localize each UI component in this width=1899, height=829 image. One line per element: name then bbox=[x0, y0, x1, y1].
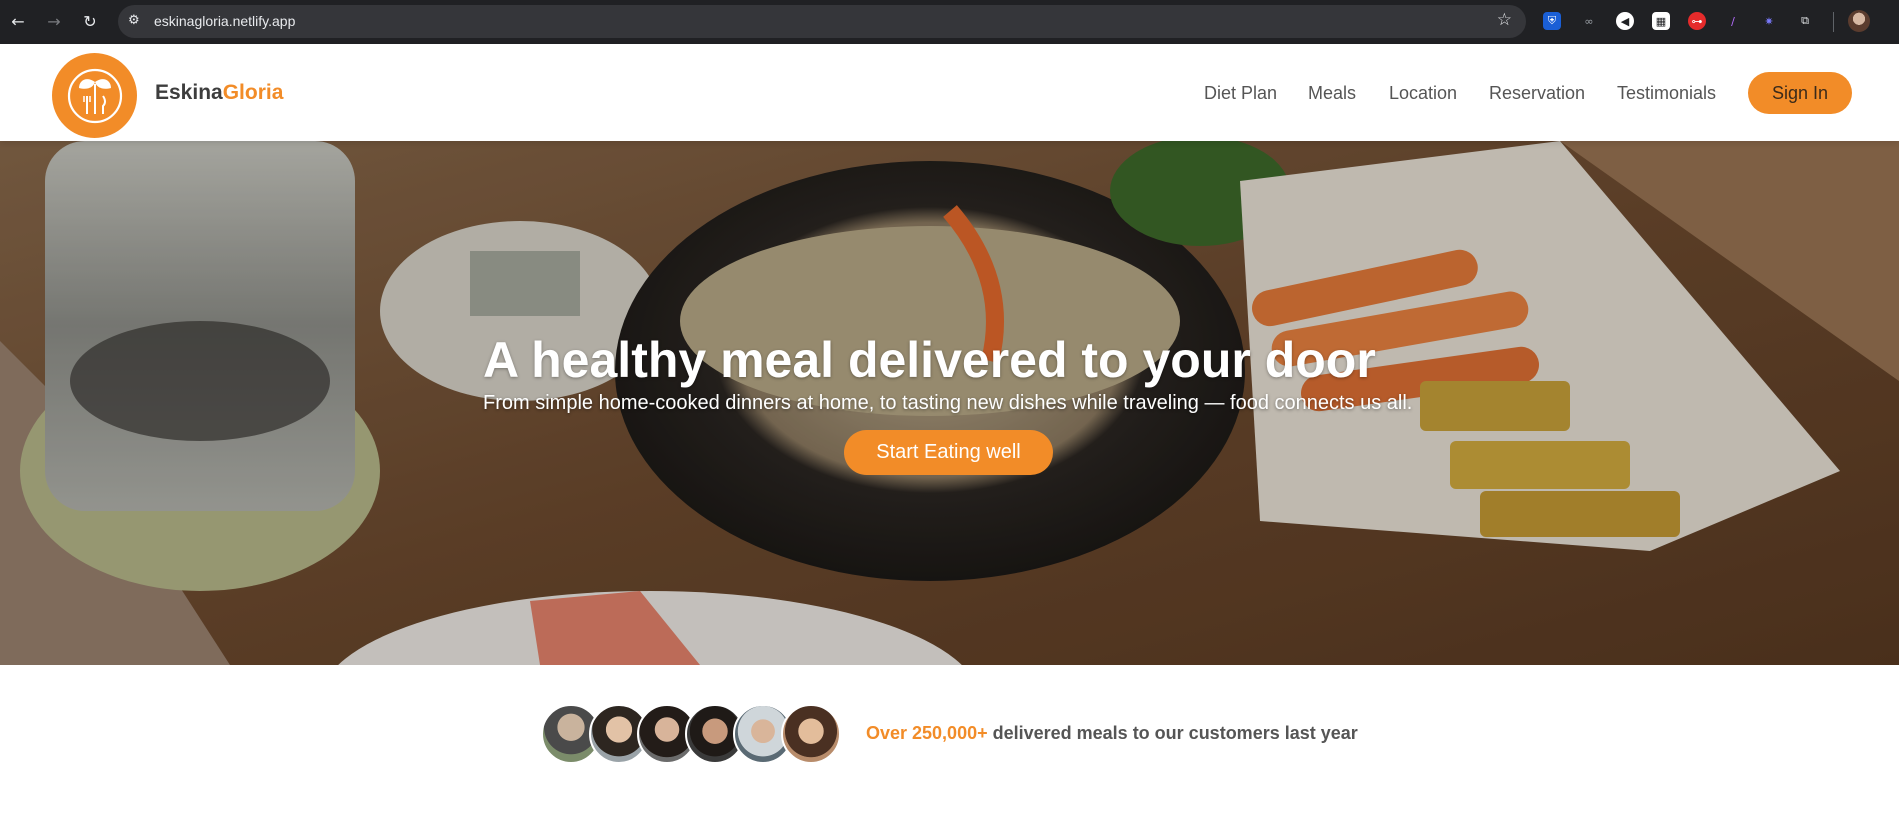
site-info-icon[interactable]: ⚙ bbox=[128, 13, 140, 28]
delivered-meals-text: Over 250,000+ delivered meals to our cus… bbox=[866, 723, 1358, 744]
hero-title: A healthy meal delivered to your door bbox=[483, 332, 1376, 388]
logo[interactable] bbox=[52, 53, 137, 138]
url-text[interactable]: eskinagloria.netlify.app bbox=[154, 13, 295, 29]
nav-reservation[interactable]: Reservation bbox=[1489, 83, 1585, 104]
profile-avatar[interactable] bbox=[1848, 10, 1870, 32]
feather-extension-icon[interactable]: ∕ bbox=[1724, 12, 1742, 30]
arrow-left-icon: ← bbox=[11, 11, 25, 31]
brand-name-part1: Eskina bbox=[155, 81, 223, 104]
sign-in-button[interactable]: Sign In bbox=[1748, 72, 1852, 114]
nav-testimonials[interactable]: Testimonials bbox=[1617, 83, 1716, 104]
start-eating-button[interactable]: Start Eating well bbox=[844, 430, 1053, 475]
back-button[interactable]: ← bbox=[6, 9, 30, 33]
forward-button[interactable]: → bbox=[42, 9, 66, 33]
qr-extension-icon[interactable]: ▦ bbox=[1652, 12, 1670, 30]
site-header: EskinaGloria Diet Plan Meals Location Re… bbox=[0, 44, 1899, 141]
toolbar-divider bbox=[1833, 12, 1834, 32]
leaf-fork-logo-icon bbox=[67, 68, 122, 123]
play-extension-icon[interactable]: ◀ bbox=[1616, 12, 1634, 30]
reload-icon: ↻ bbox=[83, 11, 97, 31]
gear-extension-icon[interactable]: ✷ bbox=[1760, 12, 1778, 30]
delivered-meals-caption: delivered meals to our customers last ye… bbox=[987, 723, 1358, 743]
reload-button[interactable]: ↻ bbox=[78, 9, 102, 33]
browser-toolbar: ← → ↻ ⚙ eskinagloria.netlify.app ☆ ⛨ ∞ ◀… bbox=[0, 0, 1899, 44]
delivered-meals-count: Over 250,000+ bbox=[866, 723, 988, 743]
brand-name-part2: Gloria bbox=[222, 81, 284, 104]
puzzle-extensions-icon[interactable]: ⧉ bbox=[1796, 12, 1814, 30]
shield-extension-icon[interactable]: ⛨ bbox=[1543, 12, 1561, 30]
hero-section: A healthy meal delivered to your door Fr… bbox=[0, 141, 1899, 665]
customer-avatars bbox=[541, 704, 841, 764]
key-extension-icon[interactable]: ⊶ bbox=[1688, 12, 1706, 30]
nav-location[interactable]: Location bbox=[1389, 83, 1457, 104]
hero-subtitle: From simple home-cooked dinners at home,… bbox=[483, 392, 1413, 414]
link-extension-icon[interactable]: ∞ bbox=[1580, 12, 1598, 30]
star-icon[interactable]: ☆ bbox=[1497, 10, 1512, 30]
nav-meals[interactable]: Meals bbox=[1308, 83, 1356, 104]
nav-diet-plan[interactable]: Diet Plan bbox=[1204, 83, 1277, 104]
avatar bbox=[781, 704, 841, 764]
brand-name[interactable]: EskinaGloria bbox=[155, 81, 283, 105]
address-bar[interactable]: ⚙ eskinagloria.netlify.app ☆ bbox=[118, 5, 1526, 38]
arrow-right-icon: → bbox=[47, 11, 61, 31]
